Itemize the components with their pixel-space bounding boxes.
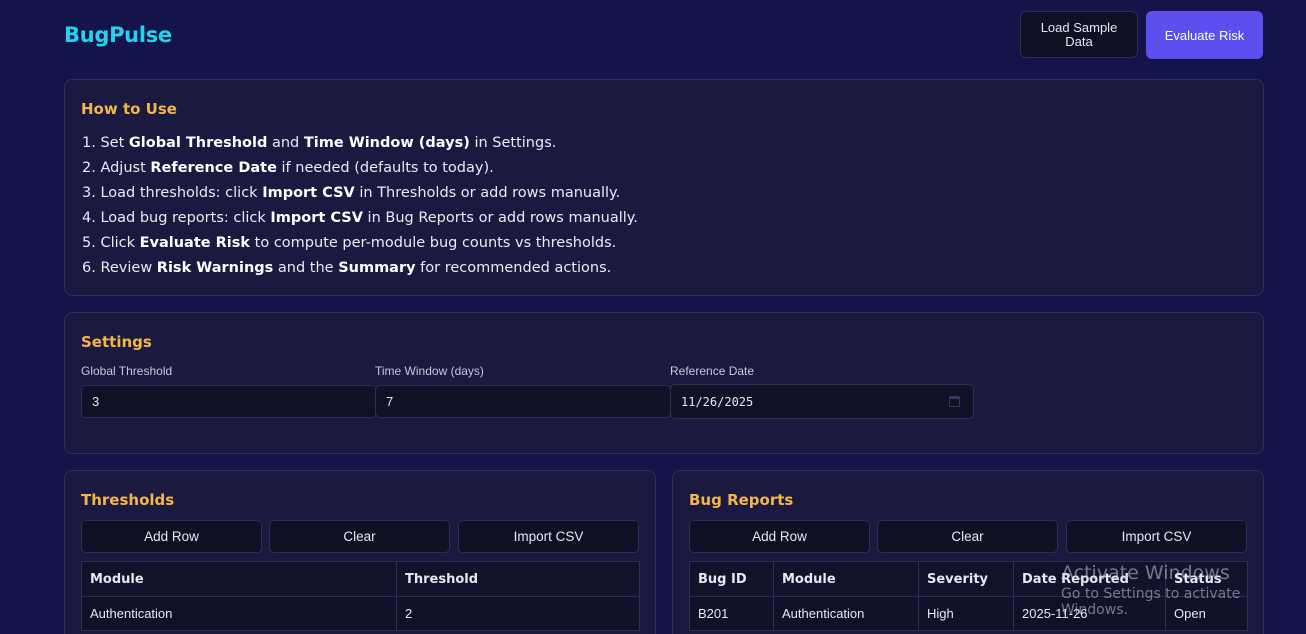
step-emphasis: Import CSV <box>270 210 363 226</box>
step-text: in Bug Reports or add rows manually. <box>362 210 638 226</box>
column-header-severity: Severity <box>918 561 1014 597</box>
cell-module[interactable]: Authentication <box>773 596 919 631</box>
column-header-status: Status <box>1165 561 1248 597</box>
app-header: BugPulse Load Sample Data Evaluate Risk <box>64 11 1263 59</box>
table-row[interactable]: B201 Authentication High 2025-11-26 Open <box>689 596 1248 631</box>
cell-severity[interactable]: High <box>918 596 1014 631</box>
table-row[interactable]: Authentication 2 <box>81 596 640 631</box>
step-text: 5. Click <box>82 235 140 251</box>
step-text: 6. Review <box>82 260 157 276</box>
step-text: 2. Adjust <box>82 160 151 176</box>
step-emphasis: Global Threshold <box>128 135 268 151</box>
how-to-use-title: How to Use <box>81 100 177 118</box>
step-emphasis: Summary <box>338 260 416 276</box>
reference-date-value: 11/26/2025 <box>681 395 754 409</box>
thresholds-card: Thresholds Add Row Clear Import CSV Modu… <box>64 470 656 634</box>
how-to-step: 1. Set Global Threshold and Time Window … <box>82 131 638 156</box>
step-emphasis: Import CSV <box>262 185 355 201</box>
how-to-step: 3. Load thresholds: click Import CSV in … <box>82 181 638 206</box>
bug-reports-card: Bug Reports Add Row Clear Import CSV Bug… <box>672 470 1264 634</box>
cell-date-reported[interactable]: 2025-11-26 <box>1013 596 1166 631</box>
how-to-step: 4. Load bug reports: click Import CSV in… <box>82 206 638 231</box>
step-emphasis: Time Window (days) <box>303 135 470 151</box>
step-text: if needed (defaults to today). <box>276 160 494 176</box>
thresholds-title: Thresholds <box>81 491 175 509</box>
table-header-row: Module Threshold <box>81 561 640 597</box>
bug-reports-title: Bug Reports <box>689 491 794 509</box>
step-emphasis: Reference Date <box>150 160 277 176</box>
how-to-use-steps: 1. Set Global Threshold and Time Window … <box>82 131 638 281</box>
cell-module[interactable]: Authentication <box>81 596 397 631</box>
load-sample-data-button[interactable]: Load Sample Data <box>1020 11 1138 58</box>
global-threshold-input[interactable]: 3 <box>81 385 377 418</box>
step-text: for recommended actions. <box>415 260 612 276</box>
step-text: and the <box>273 260 339 276</box>
how-to-step: 2. Adjust Reference Date if needed (defa… <box>82 156 638 181</box>
step-text: 4. Load bug reports: click <box>82 210 271 226</box>
step-text: 1. Set <box>82 135 129 151</box>
bugs-add-row-button[interactable]: Add Row <box>689 520 870 553</box>
step-text: in Thresholds or add rows manually. <box>354 185 621 201</box>
reference-date-input[interactable]: 11/26/2025 <box>670 384 974 419</box>
bug-reports-table: Bug ID Module Severity Date Reported Sta… <box>689 561 1248 631</box>
step-text: and <box>267 135 304 151</box>
how-to-step: 6. Review Risk Warnings and the Summary … <box>82 256 638 281</box>
time-window-label: Time Window (days) <box>375 364 484 378</box>
how-to-step: 5. Click Evaluate Risk to compute per-mo… <box>82 231 638 256</box>
thresholds-add-row-button[interactable]: Add Row <box>81 520 262 553</box>
time-window-input[interactable]: 7 <box>375 385 671 418</box>
app-logo: BugPulse <box>64 23 172 47</box>
global-threshold-label: Global Threshold <box>81 364 173 378</box>
step-emphasis: Evaluate Risk <box>139 235 251 251</box>
calendar-icon[interactable] <box>949 396 960 407</box>
settings-card: Settings Global Threshold 3 Time Window … <box>64 312 1264 454</box>
step-text: in Settings. <box>469 135 557 151</box>
column-header-date-reported: Date Reported <box>1013 561 1166 597</box>
bugs-clear-button[interactable]: Clear <box>877 520 1058 553</box>
step-text: to compute per-module bug counts vs thre… <box>250 235 617 251</box>
cell-threshold[interactable]: 2 <box>396 596 640 631</box>
column-header-module: Module <box>773 561 919 597</box>
column-header-bug-id: Bug ID <box>689 561 774 597</box>
thresholds-clear-button[interactable]: Clear <box>269 520 450 553</box>
reference-date-label: Reference Date <box>670 364 755 378</box>
step-emphasis: Risk Warnings <box>156 260 274 276</box>
thresholds-table: Module Threshold Authentication 2 <box>81 561 640 631</box>
settings-title: Settings <box>81 333 152 351</box>
bugs-import-csv-button[interactable]: Import CSV <box>1066 520 1247 553</box>
thresholds-import-csv-button[interactable]: Import CSV <box>458 520 639 553</box>
step-text: 3. Load thresholds: click <box>82 185 263 201</box>
cell-status[interactable]: Open <box>1165 596 1248 631</box>
how-to-use-card: How to Use 1. Set Global Threshold and T… <box>64 79 1264 296</box>
table-header-row: Bug ID Module Severity Date Reported Sta… <box>689 561 1248 597</box>
cell-bug-id[interactable]: B201 <box>689 596 774 631</box>
column-header-threshold: Threshold <box>396 561 640 597</box>
column-header-module: Module <box>81 561 397 597</box>
evaluate-risk-button[interactable]: Evaluate Risk <box>1146 11 1263 59</box>
